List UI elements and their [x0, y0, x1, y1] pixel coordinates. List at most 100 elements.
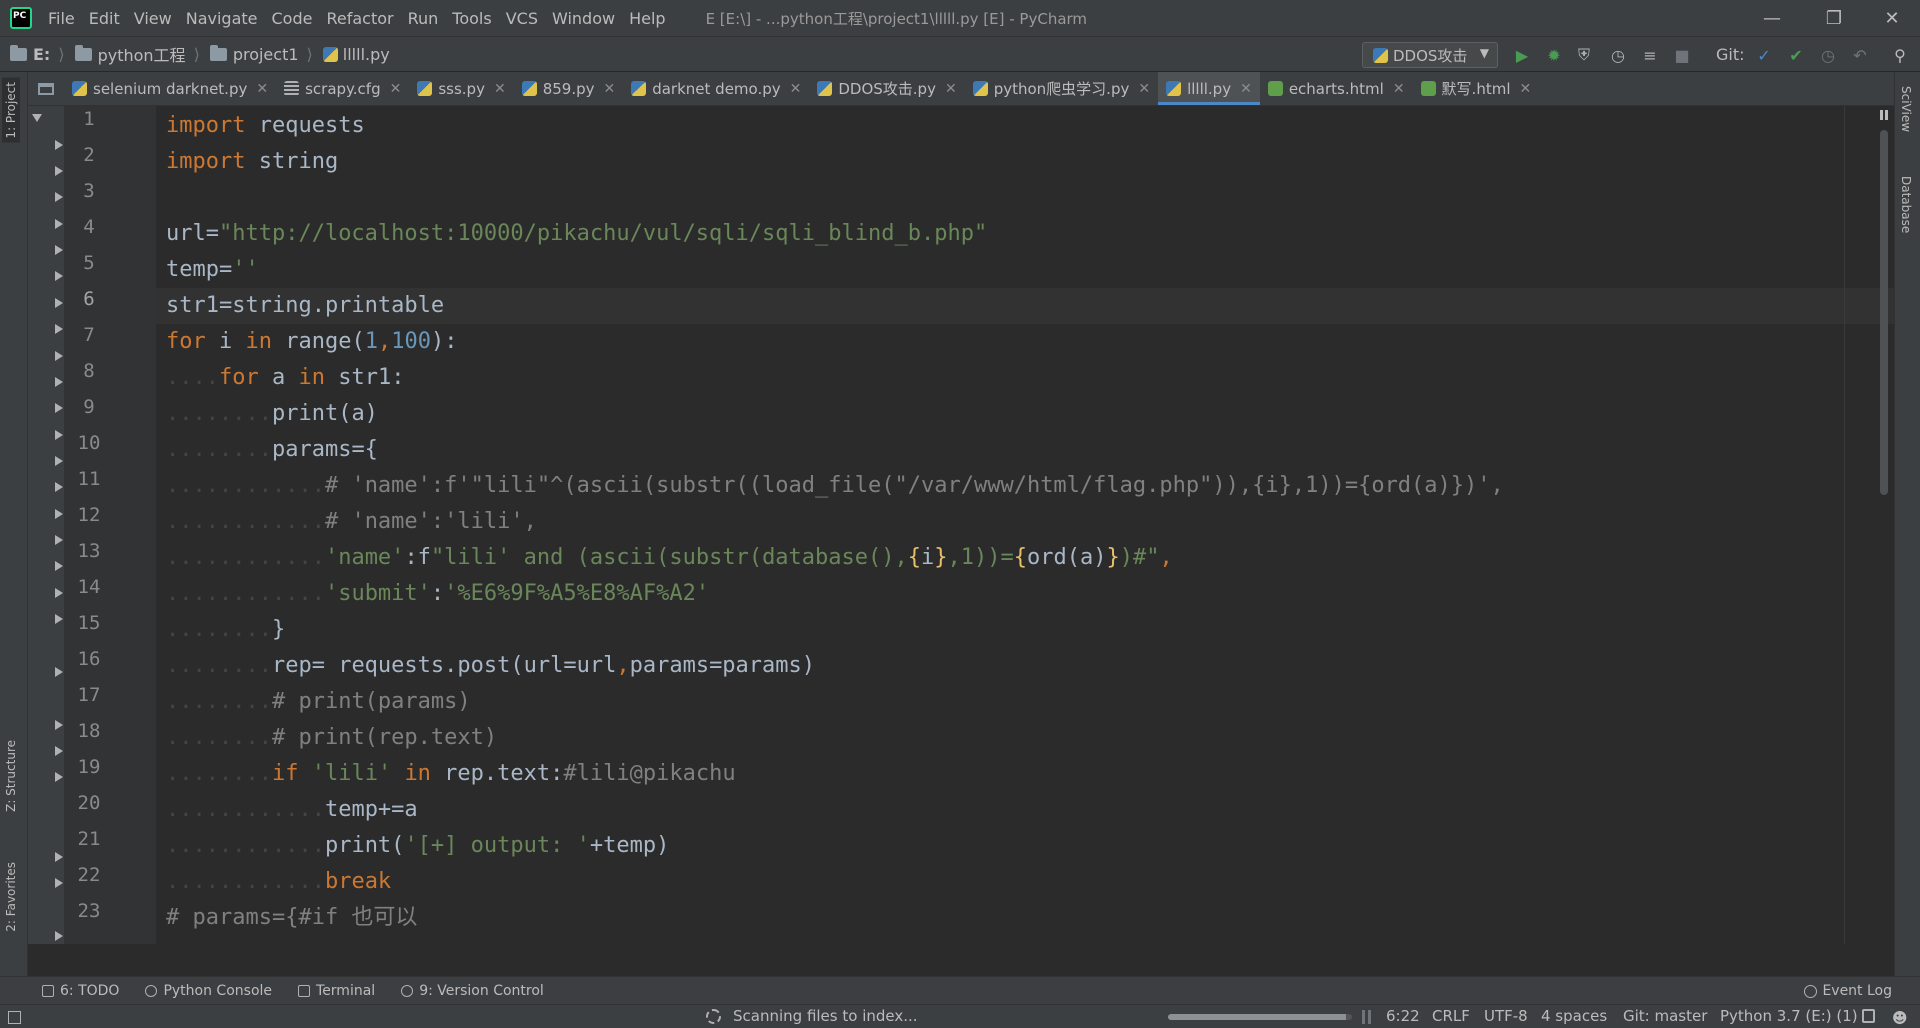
coverage-icon[interactable]: ⛨ — [1574, 45, 1594, 65]
close-tab-icon[interactable]: ✕ — [790, 81, 802, 97]
code-line-7[interactable]: for i in range(1,100): — [166, 324, 457, 360]
code-line-14[interactable]: ............'submit':'%E6%9F%A5%E8%AF%A2… — [166, 576, 709, 612]
tree-arrow-icon[interactable] — [55, 166, 63, 176]
close-window-button[interactable]: ✕ — [1864, 0, 1920, 36]
tab-sss[interactable]: sss.py ✕ — [409, 72, 513, 105]
tree-arrow-icon[interactable] — [55, 746, 63, 756]
python-interpreter[interactable]: Python 3.7 (E:) (1) — [1720, 1007, 1858, 1025]
breadcrumb-project1[interactable]: project1 ⟩ — [209, 44, 313, 64]
tree-arrow-icon[interactable] — [55, 535, 63, 545]
concurrency-icon[interactable]: ≡ — [1640, 45, 1660, 65]
menu-run[interactable]: Run — [408, 9, 439, 28]
tab-darknet-demo[interactable]: darknet demo.py ✕ — [623, 72, 809, 105]
caret-position[interactable]: 6:22 — [1386, 1007, 1420, 1025]
tree-arrow-icon[interactable] — [55, 509, 63, 519]
tree-arrow-icon[interactable] — [55, 351, 63, 361]
code-editor[interactable]: import requests import string url="http:… — [156, 106, 1894, 944]
tab-lllll-active[interactable]: lllll.py ✕ — [1158, 72, 1260, 105]
close-tab-icon[interactable]: ✕ — [494, 81, 506, 97]
code-line-5[interactable]: temp='' — [166, 252, 259, 288]
history-icon[interactable]: ◷ — [1818, 45, 1838, 65]
tab-scrapy-cfg[interactable]: scrapy.cfg ✕ — [276, 72, 409, 105]
close-tab-icon[interactable]: ✕ — [1240, 81, 1252, 97]
git-update-icon[interactable]: ✓ — [1754, 45, 1774, 65]
tree-expand-icon[interactable] — [32, 114, 42, 122]
close-tab-icon[interactable]: ✕ — [256, 81, 268, 97]
structure-tool-tab[interactable]: Z: Structure — [4, 740, 18, 812]
tree-arrow-icon[interactable] — [55, 324, 63, 334]
tree-arrow-icon[interactable] — [55, 298, 63, 308]
tree-arrow-icon[interactable] — [55, 219, 63, 229]
inspector-icon[interactable]: ☻ — [1892, 1009, 1908, 1027]
vertical-scrollbar[interactable] — [1880, 130, 1888, 495]
code-line-16[interactable]: ........rep= requests.post(url=url,param… — [166, 648, 815, 684]
code-line-1[interactable]: import requests — [166, 108, 365, 144]
code-line-11[interactable]: ............# 'name':f'"lili"^(ascii(sub… — [166, 468, 1504, 504]
git-commit-icon[interactable]: ✔ — [1786, 45, 1806, 65]
tree-arrow-icon[interactable] — [55, 878, 63, 888]
tab-python-crawler[interactable]: python爬虫学习.py ✕ — [965, 72, 1158, 105]
code-line-22[interactable]: ............break — [166, 864, 391, 900]
todo-tool-button[interactable]: 6: TODO — [42, 983, 119, 999]
menu-edit[interactable]: Edit — [89, 9, 120, 28]
code-line-4[interactable]: url="http://localhost:10000/pikachu/vul/… — [166, 216, 987, 252]
tab-ddos[interactable]: DDOS攻击.py ✕ — [809, 72, 964, 105]
stop-icon[interactable]: ■ — [1672, 45, 1692, 65]
tree-arrow-icon[interactable] — [55, 931, 63, 941]
tree-arrow-icon[interactable] — [55, 772, 63, 782]
menu-refactor[interactable]: Refactor — [326, 9, 393, 28]
code-line-9[interactable]: ........print(a) — [166, 396, 378, 432]
restore-button[interactable]: ❐ — [1806, 0, 1862, 36]
lock-icon[interactable] — [1862, 1009, 1875, 1023]
tree-arrow-icon[interactable] — [55, 720, 63, 730]
tree-arrow-icon[interactable] — [55, 192, 63, 202]
tree-arrow-icon[interactable] — [55, 377, 63, 387]
code-line-6[interactable]: str1=string.printable — [166, 288, 444, 324]
menu-tools[interactable]: Tools — [452, 9, 491, 28]
tree-arrow-icon[interactable] — [55, 271, 63, 281]
code-line-12[interactable]: ............# 'name':'lili', — [166, 504, 537, 540]
run-icon[interactable]: ▶ — [1512, 45, 1532, 65]
event-log-button[interactable]: Event Log — [1804, 983, 1892, 999]
close-tab-icon[interactable]: ✕ — [603, 81, 615, 97]
tree-arrow-icon[interactable] — [55, 852, 63, 862]
code-line-8[interactable]: ....for a in str1: — [166, 360, 404, 396]
terminal-tool-button[interactable]: Terminal — [298, 983, 375, 999]
menu-navigate[interactable]: Navigate — [186, 9, 258, 28]
close-tab-icon[interactable]: ✕ — [945, 81, 957, 97]
database-tool-tab[interactable]: Database — [1899, 176, 1913, 233]
code-line-2[interactable]: import string — [166, 144, 338, 180]
code-line-18[interactable]: ........# print(rep.text) — [166, 720, 497, 756]
tree-arrow-icon[interactable] — [55, 456, 63, 466]
tree-arrow-icon[interactable] — [55, 140, 63, 150]
tab-859[interactable]: 859.py ✕ — [514, 72, 624, 105]
tree-arrow-icon[interactable] — [55, 245, 63, 255]
run-configuration-select[interactable]: DDOS攻击 ▼ — [1362, 42, 1498, 68]
favorites-tool-tab[interactable]: 2: Favorites — [4, 862, 18, 932]
tree-arrow-icon[interactable] — [55, 482, 63, 492]
tree-arrow-icon[interactable] — [55, 614, 63, 624]
menu-file[interactable]: File — [48, 9, 75, 28]
menu-window[interactable]: Window — [552, 9, 615, 28]
code-line-20[interactable]: ............temp+=a — [166, 792, 418, 828]
python-console-tool-button[interactable]: Python Console — [145, 983, 272, 999]
line-separator[interactable]: CRLF — [1432, 1007, 1470, 1025]
code-line-21[interactable]: ............print('[+] output: '+temp) — [166, 828, 669, 864]
menu-view[interactable]: View — [134, 9, 172, 28]
tab-echarts[interactable]: echarts.html ✕ — [1260, 72, 1413, 105]
tabs-menu-icon[interactable] — [28, 72, 64, 105]
search-icon[interactable]: ⚲ — [1890, 45, 1910, 65]
code-line-23[interactable]: # params={#if 也可以 — [166, 900, 417, 936]
tree-arrow-icon[interactable] — [55, 403, 63, 413]
sciview-tool-tab[interactable]: SciView — [1899, 86, 1913, 132]
tab-moxie[interactable]: 默写.html ✕ — [1413, 72, 1540, 105]
code-line-19[interactable]: ........if 'lili' in rep.text:#lili@pika… — [166, 756, 736, 792]
tree-arrow-icon[interactable] — [55, 667, 63, 677]
toggle-tool-windows-icon[interactable] — [8, 1011, 21, 1024]
git-branch[interactable]: Git: master — [1623, 1007, 1707, 1025]
indent-setting[interactable]: 4 spaces — [1541, 1007, 1607, 1025]
menu-vcs[interactable]: VCS — [506, 9, 538, 28]
menu-help[interactable]: Help — [629, 9, 665, 28]
minimize-button[interactable]: — — [1744, 0, 1800, 36]
code-line-17[interactable]: ........# print(params) — [166, 684, 471, 720]
